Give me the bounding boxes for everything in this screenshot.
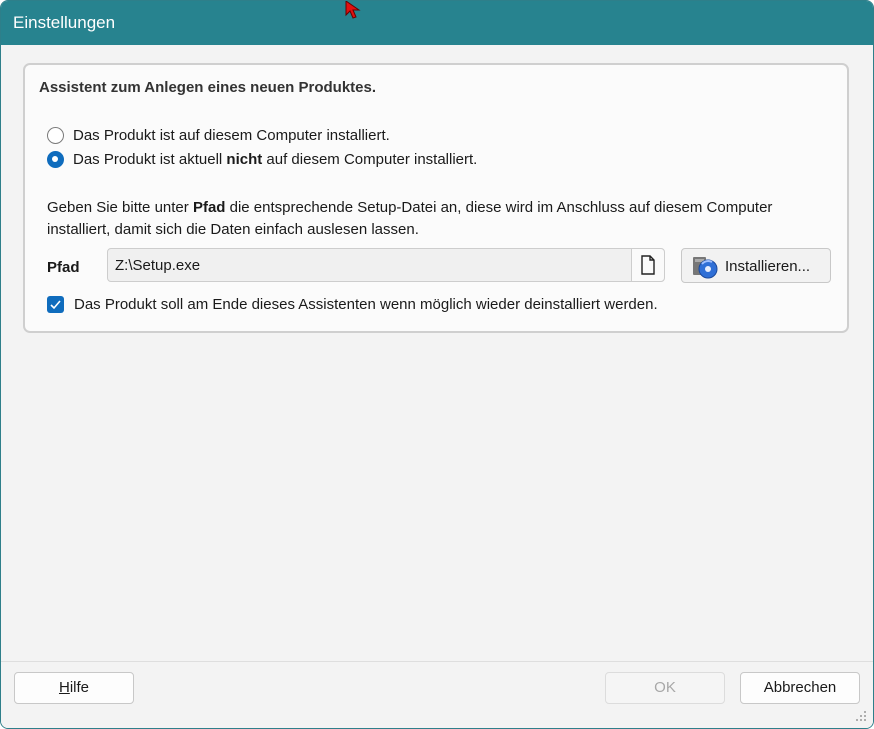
radio-not-installed[interactable]: Das Produkt ist aktuell nicht auf diesem… [47, 151, 477, 168]
radio-selected-icon[interactable] [47, 151, 64, 168]
checkmark-icon [50, 300, 61, 310]
mouse-cursor-icon [345, 1, 361, 19]
install-button-label: Installieren... [725, 258, 811, 275]
browse-file-button[interactable] [631, 249, 664, 281]
path-input[interactable]: Z:\Setup.exe [107, 248, 665, 282]
uninstall-checkbox[interactable] [47, 296, 64, 313]
uninstall-checkbox-row[interactable]: Das Produkt soll am Ende dieses Assisten… [47, 296, 658, 313]
ok-button[interactable]: OK [605, 672, 725, 704]
settings-dialog: Einstellungen Assistent zum Anlegen eine… [0, 0, 874, 729]
radio-unselected-icon[interactable] [47, 127, 64, 144]
resize-grip-icon[interactable] [855, 710, 867, 722]
document-icon [641, 255, 655, 275]
path-label: Pfad [47, 259, 80, 276]
dialog-footer: Hilfe OK Abbrechen [1, 662, 873, 728]
setup-description: Geben Sie bitte unter Pfad die entsprech… [47, 199, 773, 238]
radio-installed-label: Das Produkt ist auf diesem Computer inst… [73, 127, 390, 144]
cancel-button[interactable]: Abbrechen [740, 672, 860, 704]
window-title: Einstellungen [13, 13, 116, 32]
title-bar[interactable]: Einstellungen [1, 1, 873, 45]
install-disc-icon [693, 257, 718, 279]
wizard-group-box: Assistent zum Anlegen eines neuen Produk… [23, 63, 849, 333]
install-button[interactable]: Installieren... [681, 248, 831, 283]
radio-not-installed-label: Das Produkt ist aktuell nicht auf diesem… [73, 151, 478, 168]
group-heading: Assistent zum Anlegen eines neuen Produk… [39, 79, 377, 96]
uninstall-checkbox-label: Das Produkt soll am Ende dieses Assisten… [74, 296, 658, 313]
radio-installed[interactable]: Das Produkt ist auf diesem Computer inst… [47, 127, 390, 144]
path-value[interactable]: Z:\Setup.exe [115, 257, 200, 274]
help-button[interactable]: Hilfe [14, 672, 134, 704]
